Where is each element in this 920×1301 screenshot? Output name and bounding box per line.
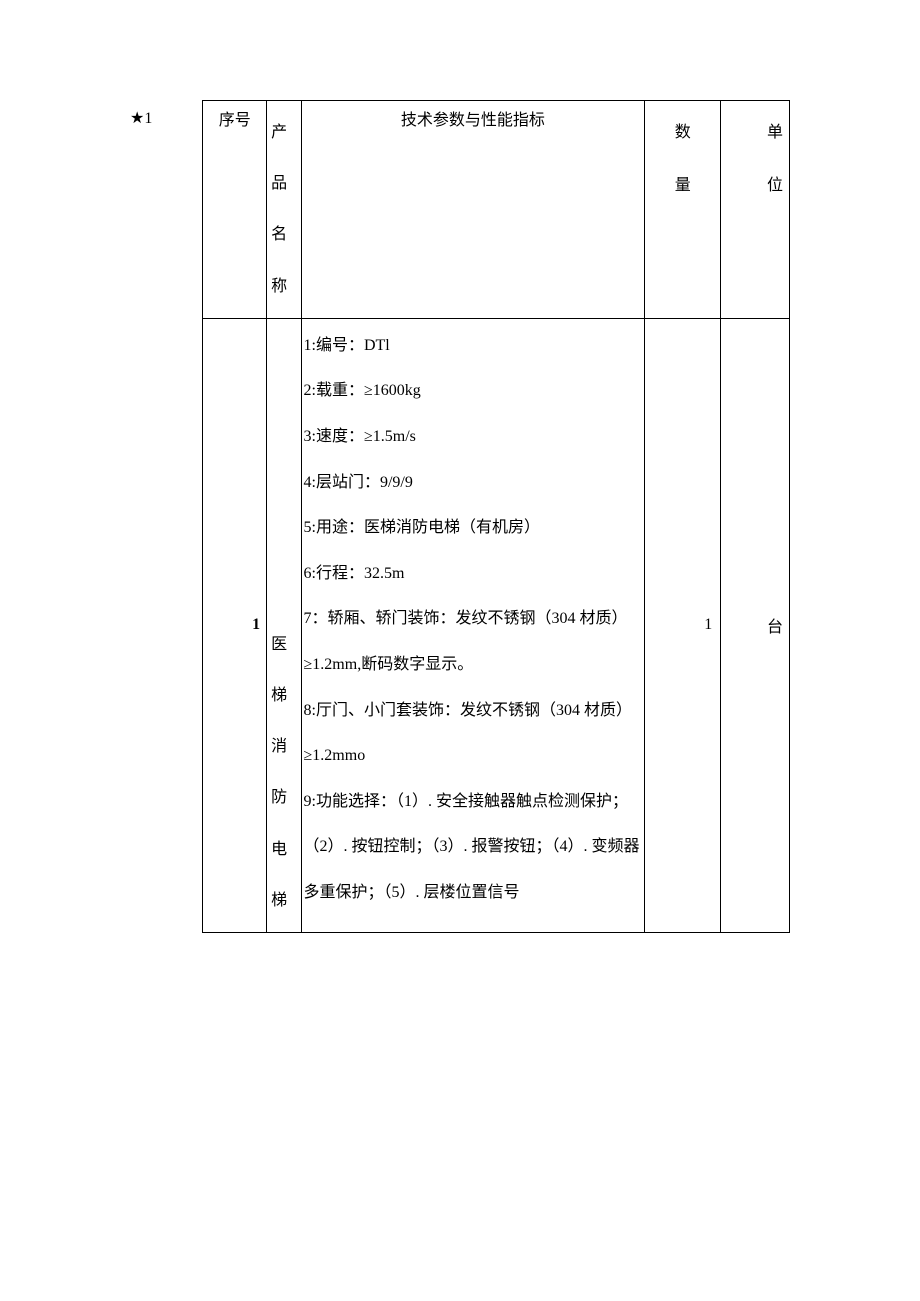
header-seq: 序号 bbox=[203, 101, 267, 319]
table-row: 1 医 梯 消 防 电 梯 1:编号：DTl2:载重：≥1600kg3:速度：≥… bbox=[203, 318, 790, 932]
cell-name-char: 医 bbox=[271, 619, 296, 670]
header-name-char: 称 bbox=[271, 261, 296, 312]
header-name-char: 名 bbox=[271, 209, 296, 260]
table-header-row: 序号 产 品 名 称 技术参数与性能指标 数 量 单 位 bbox=[203, 101, 790, 319]
header-name-char: 产 bbox=[271, 107, 296, 158]
header-unit-char: 位 bbox=[725, 160, 783, 213]
header-unit: 单 位 bbox=[721, 101, 790, 319]
cell-name-char: 消 bbox=[271, 721, 296, 772]
header-name: 产 品 名 称 bbox=[267, 101, 301, 319]
header-unit-char: 单 bbox=[725, 107, 783, 160]
cell-name-char: 梯 bbox=[271, 875, 296, 926]
header-name-char: 品 bbox=[271, 158, 296, 209]
cell-name-char: 电 bbox=[271, 824, 296, 875]
spec-table: 序号 产 品 名 称 技术参数与性能指标 数 量 单 位 1 医 梯 消 bbox=[202, 100, 790, 933]
header-qty: 数 量 bbox=[645, 101, 721, 319]
page-wrapper: ★1 序号 产 品 名 称 技术参数与性能指标 数 量 单 位 1 医 bbox=[130, 100, 790, 933]
cell-spec: 1:编号：DTl2:载重：≥1600kg3:速度：≥1.5m/s4:层站门：9/… bbox=[301, 318, 645, 932]
cell-name-char: 梯 bbox=[271, 670, 296, 721]
cell-qty: 1 bbox=[645, 318, 721, 932]
header-spec: 技术参数与性能指标 bbox=[301, 101, 645, 319]
cell-unit: 台 bbox=[721, 318, 790, 932]
cell-seq: 1 bbox=[203, 318, 267, 932]
header-qty-char: 量 bbox=[649, 160, 716, 213]
star-marker: ★1 bbox=[130, 100, 152, 128]
cell-name-char: 防 bbox=[271, 772, 296, 823]
header-qty-char: 数 bbox=[649, 107, 716, 160]
cell-name: 医 梯 消 防 电 梯 bbox=[267, 318, 301, 932]
